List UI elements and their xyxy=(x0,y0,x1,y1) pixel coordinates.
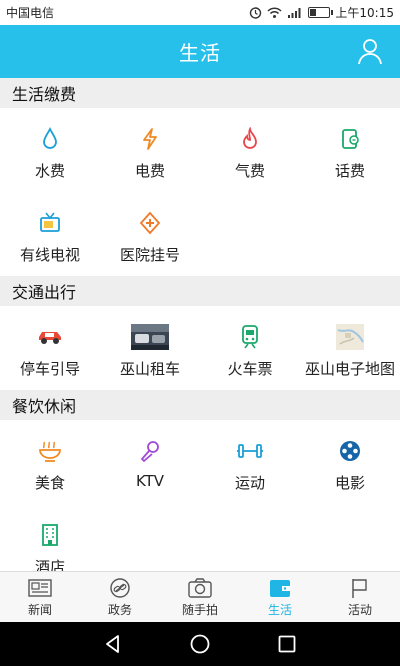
tab-label: 活动 xyxy=(347,602,372,617)
service-label: 运动 xyxy=(234,474,265,492)
hospital-cross-icon xyxy=(131,210,169,236)
page-title: 生活 xyxy=(179,41,221,65)
service-movie[interactable]: 电影 xyxy=(300,420,400,504)
service-label: 美食 xyxy=(34,474,65,492)
service-label: 电费 xyxy=(134,162,165,180)
service-label: 火车票 xyxy=(227,360,273,378)
service-food[interactable]: 美食 xyxy=(0,420,100,504)
lightning-icon xyxy=(131,126,169,152)
wallet-icon xyxy=(270,579,290,597)
tab-news[interactable]: 新闻 xyxy=(0,572,80,622)
alarm-icon xyxy=(250,7,262,19)
dumbbell-icon xyxy=(231,438,269,464)
water-drop-icon xyxy=(31,126,69,152)
battery-icon xyxy=(308,7,334,18)
section-transportation: 交通出行 停车引导 巫山租车 火车票 巫山电子地图 xyxy=(0,276,400,390)
tab-label: 政务 xyxy=(107,602,132,617)
services-list[interactable]: 生活缴费 水费 电费 气费 话费 有线电视 医院挂号 交通出行 停车引导 巫山租… xyxy=(0,78,400,571)
service-label: 话费 xyxy=(334,162,365,180)
service-label: 酒店 xyxy=(34,558,65,571)
service-label: 有线电视 xyxy=(19,246,80,264)
tab-label: 生活 xyxy=(267,602,292,617)
bottom-tab-bar: 新闻 政务 随手拍 生活 活动 xyxy=(0,571,400,622)
signal-icon xyxy=(288,7,301,18)
service-label: KTV xyxy=(135,472,165,490)
service-label: 停车引导 xyxy=(19,360,80,378)
user-icon[interactable] xyxy=(356,37,384,65)
section-title: 餐饮休闲 xyxy=(0,390,400,420)
status-bar: 中国电信 上午10:15 xyxy=(0,0,400,25)
tab-snapshot[interactable]: 随手拍 xyxy=(160,572,240,622)
section-bill-payment: 生活缴费 水费 电费 气费 话费 有线电视 医院挂号 xyxy=(0,78,400,276)
section-title: 生活缴费 xyxy=(0,78,400,108)
service-electronic-map[interactable]: 巫山电子地图 xyxy=(300,306,400,390)
phone-bill-icon xyxy=(331,126,369,152)
service-sports[interactable]: 运动 xyxy=(200,420,300,504)
service-hospital-registration[interactable]: 医院挂号 xyxy=(100,192,200,276)
car-rental-photo xyxy=(131,324,169,350)
newspaper-icon xyxy=(28,578,52,597)
flag-icon xyxy=(352,578,367,598)
home-icon[interactable] xyxy=(188,632,212,656)
wifi-icon xyxy=(267,6,282,18)
service-train-ticket[interactable]: 火车票 xyxy=(200,306,300,390)
back-icon[interactable] xyxy=(101,632,125,656)
system-nav-bar xyxy=(0,622,400,666)
service-label: 水费 xyxy=(34,162,65,180)
service-label: 巫山租车 xyxy=(119,360,180,378)
tab-label: 新闻 xyxy=(27,602,52,617)
service-label: 电影 xyxy=(334,474,365,492)
train-icon xyxy=(231,324,269,350)
service-parking-guide[interactable]: 停车引导 xyxy=(0,306,100,390)
tab-life[interactable]: 生活 xyxy=(240,572,320,622)
camera-icon xyxy=(188,577,212,598)
link-icon xyxy=(110,577,130,598)
service-ktv[interactable]: KTV xyxy=(100,420,200,504)
tab-label: 随手拍 xyxy=(181,602,218,617)
tab-government[interactable]: 政务 xyxy=(80,572,160,622)
service-phone-bill[interactable]: 话费 xyxy=(300,108,400,192)
service-electric-bill[interactable]: 电费 xyxy=(100,108,200,192)
hotel-building-icon xyxy=(31,522,69,548)
film-reel-icon xyxy=(331,438,369,464)
car-icon xyxy=(31,324,69,350)
carrier-label: 中国电信 xyxy=(6,6,55,20)
section-title: 交通出行 xyxy=(0,276,400,306)
service-cable-tv[interactable]: 有线电视 xyxy=(0,192,100,276)
recent-apps-icon[interactable] xyxy=(275,632,299,656)
service-label: 巫山电子地图 xyxy=(304,360,395,378)
food-bowl-icon xyxy=(31,438,69,464)
service-label: 气费 xyxy=(234,162,265,180)
service-car-rental[interactable]: 巫山租车 xyxy=(100,306,200,390)
service-hotel[interactable]: 酒店 xyxy=(0,504,100,571)
clock-label: 上午10:15 xyxy=(335,6,394,20)
section-dining-leisure: 餐饮休闲 美食 KTV 运动 电影 酒店 xyxy=(0,390,400,571)
flame-icon xyxy=(231,126,269,152)
tab-events[interactable]: 活动 xyxy=(320,572,400,622)
map-icon xyxy=(331,324,369,350)
tv-icon xyxy=(31,210,69,236)
service-water-bill[interactable]: 水费 xyxy=(0,108,100,192)
microphone-icon xyxy=(131,438,169,464)
service-gas-bill[interactable]: 气费 xyxy=(200,108,300,192)
service-label: 医院挂号 xyxy=(119,246,180,264)
app-header: 生活 xyxy=(0,25,400,78)
